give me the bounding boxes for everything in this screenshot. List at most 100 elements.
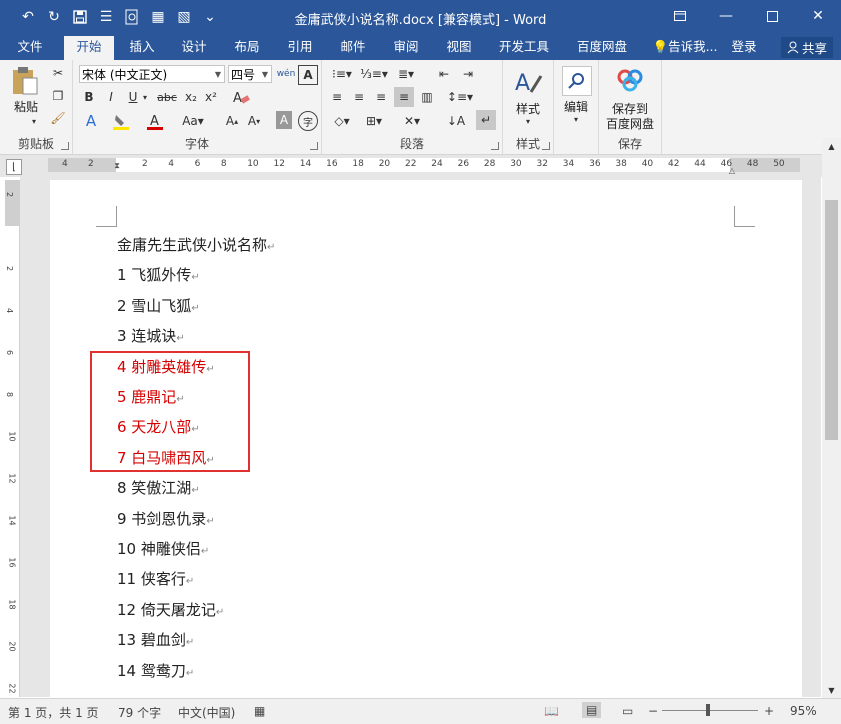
tab-selector-icon[interactable]: ⌊ xyxy=(6,159,22,175)
line-spacing-icon[interactable]: ↕≡▾ xyxy=(446,88,474,106)
strikethrough-button[interactable]: abc xyxy=(155,88,179,106)
styles-button[interactable]: 样式 xyxy=(503,100,553,117)
styles-icon[interactable]: A xyxy=(513,66,543,96)
editing-button[interactable]: 编辑 xyxy=(554,98,598,115)
highlight-color-icon[interactable] xyxy=(111,111,131,131)
save-baidu-line2[interactable]: 百度网盘 xyxy=(599,115,661,132)
vertical-scrollbar[interactable]: ▲ ▼ xyxy=(822,138,841,698)
indent-marker-icon[interactable]: ⧗ xyxy=(113,155,121,177)
baidu-netdisk-icon[interactable] xyxy=(615,66,645,94)
underline-dropdown-icon[interactable]: ▾ xyxy=(141,88,149,106)
cut-icon[interactable]: ✂ xyxy=(50,65,66,81)
word-count[interactable]: 79 个字 xyxy=(118,704,161,721)
scroll-up-icon[interactable]: ▲ xyxy=(825,140,838,152)
clipboard-launcher[interactable] xyxy=(61,142,69,150)
tab-home[interactable]: 开始 xyxy=(64,36,114,60)
chinese-layout-icon[interactable]: ✕▾ xyxy=(398,111,426,131)
document-list-item[interactable]: 12 倚天屠龙记↵ xyxy=(117,599,224,620)
search-icon[interactable] xyxy=(562,66,592,96)
subscript-button[interactable]: x₂ xyxy=(183,88,199,106)
decrease-indent-icon[interactable]: ⇤ xyxy=(434,65,454,83)
copy-icon[interactable]: ❐ xyxy=(50,88,66,104)
shading-icon[interactable]: ◇▾ xyxy=(328,111,356,131)
page-count[interactable]: 第 1 页，共 1 页 xyxy=(8,704,99,721)
language-indicator[interactable]: 中文(中国) xyxy=(178,704,235,721)
clear-formatting-icon[interactable]: A xyxy=(231,88,251,106)
tab-file[interactable]: 文件 xyxy=(6,36,54,60)
maximize-icon[interactable] xyxy=(749,0,795,32)
bullets-icon[interactable]: ⁝≡▾ xyxy=(328,65,356,83)
distributed-icon[interactable]: ▥ xyxy=(418,88,436,106)
document-list-item[interactable]: 11 侠客行↵ xyxy=(117,568,194,589)
shrink-font-icon[interactable]: A ▾ xyxy=(245,111,263,131)
share-button[interactable]: 共享 xyxy=(780,37,833,58)
paste-dropdown-icon[interactable]: ▾ xyxy=(28,116,40,126)
show-marks-icon[interactable]: ↵ xyxy=(476,110,496,130)
borders-icon[interactable]: ⊞▾ xyxy=(360,111,388,131)
login-link[interactable]: 登录 xyxy=(726,36,762,60)
align-center-icon[interactable]: ≡ xyxy=(350,88,368,106)
tab-insert[interactable]: 插入 xyxy=(120,36,164,60)
document-list-item[interactable]: 8 笑傲江湖↵ xyxy=(117,477,200,498)
tab-references[interactable]: 引用 xyxy=(278,36,322,60)
font-size-combo[interactable]: 四号 ▼ xyxy=(228,65,272,83)
styles-launcher[interactable] xyxy=(542,142,550,150)
font-name-combo[interactable]: 宋体 (中文正文) ▼ xyxy=(79,65,225,83)
tab-review[interactable]: 审阅 xyxy=(384,36,428,60)
document-list-item[interactable]: 9 书剑恩仇录↵ xyxy=(117,508,215,529)
minimize-icon[interactable]: — xyxy=(703,0,749,32)
font-color-icon[interactable]: A xyxy=(145,111,165,131)
styles-dropdown-icon[interactable]: ▾ xyxy=(523,116,533,126)
right-indent-marker-icon[interactable]: △ xyxy=(728,165,736,175)
justify-icon[interactable]: ≡ xyxy=(394,87,414,107)
paragraph-launcher[interactable] xyxy=(491,142,499,150)
tab-baidu-netdisk[interactable]: 百度网盘 xyxy=(568,36,636,60)
macro-record-icon[interactable]: ▦ xyxy=(254,704,265,718)
close-icon[interactable]: ✕ xyxy=(795,0,841,32)
sort-icon[interactable]: ↓A xyxy=(446,111,466,131)
read-mode-icon[interactable]: 📖 xyxy=(544,704,559,718)
zoom-level[interactable]: 95% xyxy=(790,704,817,718)
ribbon-display-icon[interactable] xyxy=(657,0,703,32)
change-case-icon[interactable]: Aa▾ xyxy=(177,111,209,131)
font-launcher[interactable] xyxy=(310,142,318,150)
tab-design[interactable]: 设计 xyxy=(172,36,216,60)
zoom-in-icon[interactable]: + xyxy=(764,704,774,718)
document-list-item[interactable]: 3 连城诀↵ xyxy=(117,325,185,346)
tab-layout[interactable]: 布局 xyxy=(225,36,269,60)
web-layout-icon[interactable]: ▭ xyxy=(622,704,633,718)
paste-icon[interactable] xyxy=(10,66,40,96)
tab-developer[interactable]: 开发工具 xyxy=(492,36,556,60)
document-list-item[interactable]: 10 神雕侠侣↵ xyxy=(117,538,209,559)
paste-button[interactable]: 粘贴 xyxy=(6,98,46,115)
align-left-icon[interactable]: ≡ xyxy=(328,88,346,106)
align-right-icon[interactable]: ≡ xyxy=(372,88,390,106)
text-effects-icon[interactable]: A xyxy=(81,111,101,131)
enclose-character-icon[interactable]: 字 xyxy=(298,111,318,131)
underline-button[interactable]: U xyxy=(125,88,141,106)
document-page[interactable]: 金庸先生武侠小说名称↵ 1 飞狐外传↵ 2 雪山飞狐↵ 3 连城诀↵ 4 射雕英雄传↵ 5… xyxy=(50,180,802,700)
phonetic-guide-icon[interactable]: wén xyxy=(276,64,296,84)
scroll-down-icon[interactable]: ▼ xyxy=(825,684,838,696)
vertical-ruler[interactable]: 2 2 4 6 8 10 12 14 16 18 20 22 xyxy=(5,180,20,697)
document-list-item[interactable]: 14 鸳鸯刀↵ xyxy=(117,660,194,681)
editing-dropdown-icon[interactable]: ▾ xyxy=(571,114,581,124)
bold-button[interactable]: B xyxy=(81,88,97,106)
print-layout-icon[interactable]: ▤ xyxy=(582,702,602,718)
zoom-slider-thumb[interactable] xyxy=(706,704,710,716)
character-shading-icon[interactable]: A xyxy=(276,111,292,129)
format-painter-icon[interactable]: 🖌 xyxy=(50,110,66,126)
document-list-item[interactable]: 13 碧血剑↵ xyxy=(117,629,194,650)
scrollbar-thumb[interactable] xyxy=(825,200,838,440)
tab-mailings[interactable]: 邮件 xyxy=(331,36,375,60)
numbering-icon[interactable]: ⅓≡▾ xyxy=(360,65,388,83)
document-list-item[interactable]: 1 飞狐外传↵ xyxy=(117,264,200,285)
document-list-item[interactable]: 2 雪山飞狐↵ xyxy=(117,295,200,316)
tab-view[interactable]: 视图 xyxy=(437,36,481,60)
multilevel-list-icon[interactable]: ≣▾ xyxy=(392,65,420,83)
superscript-button[interactable]: x² xyxy=(203,88,219,106)
zoom-slider[interactable] xyxy=(662,710,758,711)
document-heading[interactable]: 金庸先生武侠小说名称↵ xyxy=(117,234,275,255)
grow-font-icon[interactable]: A ▴ xyxy=(223,111,241,131)
tell-me-box[interactable]: 💡告诉我... xyxy=(650,36,720,60)
